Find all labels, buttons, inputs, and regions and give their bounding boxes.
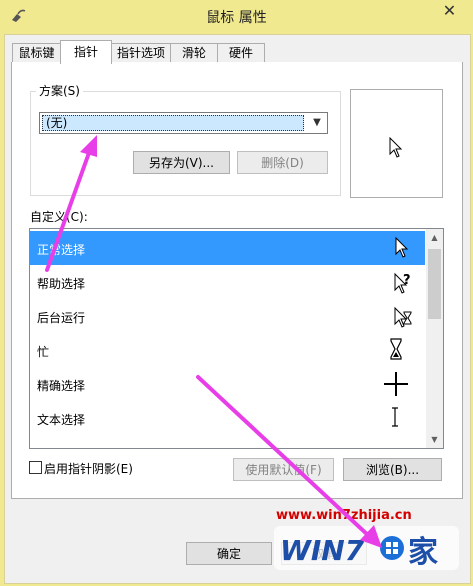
help-cursor-icon: ? — [394, 272, 411, 294]
delete-button[interactable]: 删除(D) — [237, 151, 328, 174]
use-default-button[interactable]: 使用默认值(F) — [233, 458, 334, 481]
watermark-logo: WIN7 家 — [274, 526, 459, 570]
tab-buttons[interactable]: 鼠标键 — [12, 43, 61, 63]
working-cursor-icon — [394, 306, 412, 328]
scheme-group — [30, 91, 341, 196]
tab-label: 硬件 — [228, 46, 253, 60]
tab-pointers[interactable]: 指针 — [60, 40, 112, 64]
watermark-url: www.win7zhijia.cn — [276, 508, 412, 523]
window-title: 鼠标 属性 — [206, 10, 267, 26]
hourglass-icon — [390, 338, 402, 360]
customize-label: 自定义(C): — [30, 210, 88, 224]
shadow-checkbox-label: 启用指针阴影(E) — [44, 462, 133, 476]
save-as-button[interactable]: 另存为(V)... — [133, 151, 230, 174]
tab-label: 指针选项 — [116, 46, 165, 60]
tab-pointer-options[interactable]: 指针选项 — [111, 43, 171, 63]
ok-button[interactable]: 确定 — [186, 542, 272, 565]
list-item-label: 正常选择 — [37, 243, 86, 257]
list-item[interactable]: 正常选择 — [30, 231, 425, 265]
tab-label: 滑轮 — [181, 46, 206, 60]
shadow-checkbox[interactable] — [29, 461, 42, 474]
cursor-list[interactable]: 正常选择 帮助选择 ? 后台运行 忙 精确选择 文本选择 ▲ ▼ — [29, 228, 444, 449]
scroll-up-icon[interactable]: ▲ — [426, 229, 443, 246]
list-item-label: 帮助选择 — [37, 277, 86, 291]
list-item-label: 文本选择 — [37, 413, 86, 427]
scheme-selected-value: (无) — [42, 115, 304, 131]
svg-text:?: ? — [403, 273, 411, 288]
list-item[interactable]: 帮助选择 ? — [30, 265, 425, 299]
chevron-down-icon: ▼ — [313, 117, 321, 128]
list-item[interactable]: 文本选择 — [30, 401, 425, 435]
svg-text:WIN7: WIN7 — [280, 534, 365, 567]
crosshair-icon — [384, 372, 408, 396]
list-item[interactable]: 精确选择 — [30, 367, 425, 401]
tab-label: 鼠标键 — [18, 46, 55, 60]
cursor-preview — [350, 89, 443, 198]
ibeam-icon — [392, 407, 398, 427]
list-item[interactable]: 忙 — [30, 333, 425, 367]
close-icon[interactable]: ✕ — [432, 0, 467, 22]
tab-label: 指针 — [73, 45, 98, 59]
scheme-dropdown[interactable]: (无) ▼ — [39, 112, 328, 134]
tab-wheel[interactable]: 滑轮 — [170, 43, 218, 63]
scrollbar-thumb[interactable] — [428, 249, 441, 319]
arrow-cursor-icon — [395, 236, 409, 258]
tab-hardware[interactable]: 硬件 — [217, 43, 265, 63]
list-item-label: 精确选择 — [37, 379, 86, 393]
list-item-label: 忙 — [37, 345, 50, 359]
scheme-group-label: 方案(S) — [36, 82, 83, 99]
list-scrollbar[interactable]: ▲ ▼ — [426, 229, 443, 448]
list-item[interactable]: 后台运行 — [30, 299, 425, 333]
arrow-cursor-icon — [389, 137, 403, 158]
scroll-down-icon[interactable]: ▼ — [426, 431, 443, 448]
svg-text:家: 家 — [408, 535, 438, 570]
browse-button[interactable]: 浏览(B)... — [343, 458, 442, 481]
list-item-label: 后台运行 — [37, 311, 86, 325]
